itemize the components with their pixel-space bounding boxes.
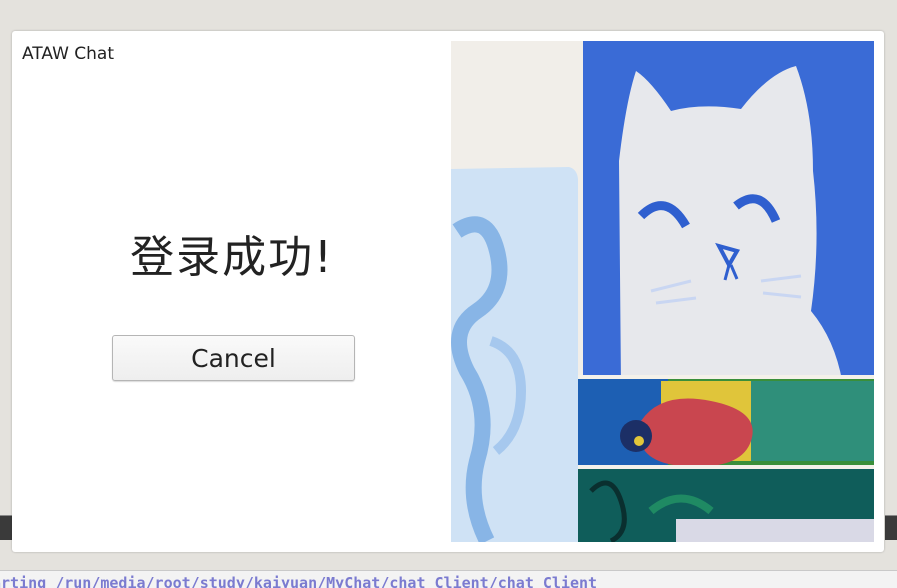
- cancel-button[interactable]: Cancel: [112, 335, 355, 381]
- dialog-title: ATAW Chat: [22, 44, 115, 64]
- login-success-dialog: ATAW Chat 登录成功! Cancel: [12, 31, 884, 552]
- console-output: arting /run/media/root/study/kaiyuan/MyC…: [0, 570, 897, 588]
- desktop: arting /run/media/root/study/kaiyuan/MyC…: [0, 0, 897, 588]
- console-line: arting /run/media/root/study/kaiyuan/MyC…: [0, 574, 598, 588]
- background-window-edge-left: [0, 515, 12, 540]
- background-window-edge-right: [885, 515, 897, 540]
- success-message: 登录成功!: [130, 232, 334, 283]
- cat-painting-image: [451, 41, 874, 542]
- cat-painting-icon: [451, 41, 874, 542]
